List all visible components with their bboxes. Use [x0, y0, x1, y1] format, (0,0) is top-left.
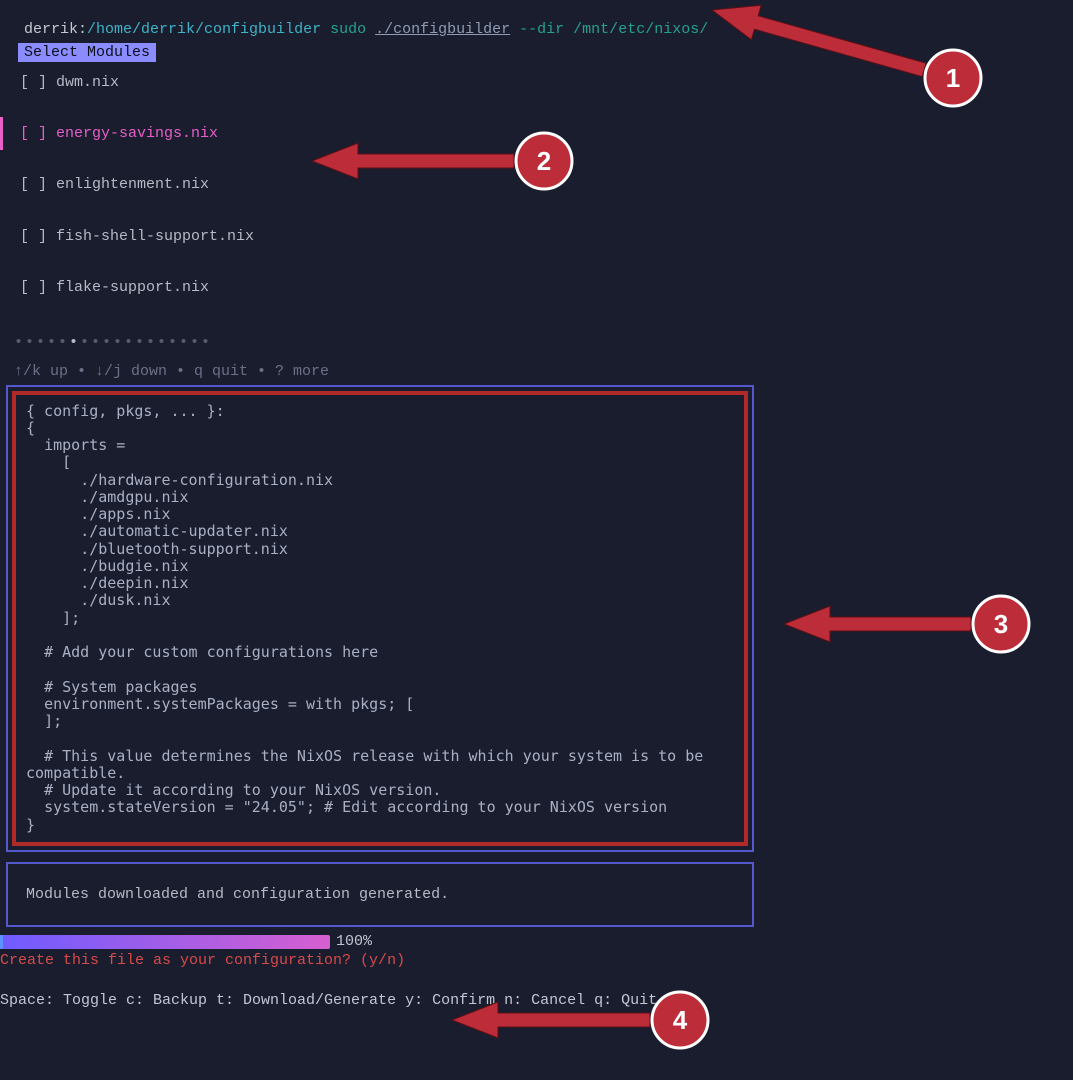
status-panel: Modules downloaded and configuration gen…: [6, 862, 754, 927]
module-list[interactable]: [ ] dwm.nix [ ] energy-savings.nix [ ] enl…: [0, 64, 1073, 328]
prompt-executable: ./configbuilder: [375, 21, 510, 38]
nav-hints: ↑/k up • ↓/j down • q quit • ? more: [14, 363, 1059, 380]
config-preview-code: { config, pkgs, ... }: { imports = [ ./h…: [26, 403, 734, 834]
module-row[interactable]: [ ] flake-support.nix: [6, 271, 1067, 304]
section-title: Select Modules: [18, 43, 156, 62]
module-row[interactable]: [ ] energy-savings.nix: [6, 117, 1067, 150]
progress-percent: 100%: [336, 933, 372, 950]
prompt-path: /home/derrik/configbuilder: [87, 21, 321, 38]
prompt-user: derrik:: [24, 21, 87, 38]
config-preview-highlight: { config, pkgs, ... }: { imports = [ ./h…: [12, 391, 748, 846]
prompt-args: --dir /mnt/etc/nixos/: [519, 21, 708, 38]
config-preview-panel: { config, pkgs, ... }: { imports = [ ./h…: [6, 385, 754, 852]
status-message: Modules downloaded and configuration gen…: [26, 886, 449, 903]
page-indicator-dots: ••••••••••••••••••: [14, 334, 1059, 351]
prompt-sudo: sudo: [330, 21, 366, 38]
module-row[interactable]: [ ] dwm.nix: [6, 66, 1067, 99]
shell-prompt: derrik:/home/derrik/configbuilder sudo .…: [0, 0, 1073, 41]
module-row[interactable]: [ ] fish-shell-support.nix: [6, 220, 1067, 253]
section-title-bar: Select Modules: [18, 43, 1073, 62]
svg-text:3: 3: [994, 609, 1008, 639]
svg-text:4: 4: [673, 1005, 688, 1035]
progress-bar: [0, 935, 330, 949]
module-row[interactable]: [ ] enlightenment.nix: [6, 168, 1067, 201]
confirm-prompt[interactable]: Create this file as your configuration? …: [0, 952, 1073, 969]
annotation-arrow: 3: [744, 584, 1041, 664]
footer-keybinds: Space: Toggle c: Backup t: Download/Gene…: [0, 992, 1073, 1009]
progress-wrap: 100%: [0, 933, 1073, 950]
